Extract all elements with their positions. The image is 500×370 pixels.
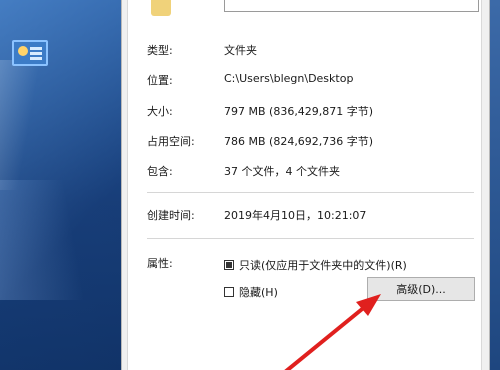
folder-name-input[interactable]: [224, 0, 479, 12]
size-value: 797 MB (836,429,871 字节): [224, 105, 374, 118]
created-value: 2019年4月10日，10:21:07: [224, 209, 367, 222]
location-label: 位置:: [147, 74, 173, 87]
hidden-checkbox[interactable]: [224, 287, 234, 297]
hidden-checkbox-row[interactable]: 隐藏(H): [224, 284, 278, 300]
advanced-button[interactable]: 高级(D)...: [367, 277, 475, 301]
readonly-checkbox[interactable]: [224, 260, 234, 270]
general-tab-panel: 类型: 文件夹 位置: C:\Users\blegn\Desktop 大小: 7…: [127, 0, 482, 370]
size-on-disk-label: 占用空间:: [147, 135, 195, 148]
separator: [147, 192, 474, 193]
hidden-label: 隐藏(H): [239, 286, 278, 299]
readonly-checkbox-row[interactable]: 只读(仅应用于文件夹中的文件)(R): [224, 257, 407, 273]
folder-properties-dialog: 类型: 文件夹 位置: C:\Users\blegn\Desktop 大小: 7…: [121, 0, 490, 370]
size-label: 大小:: [147, 105, 173, 118]
attributes-label: 属性:: [147, 257, 173, 270]
separator: [147, 238, 474, 239]
location-value: C:\Users\blegn\Desktop: [224, 72, 354, 85]
readonly-label: 只读(仅应用于文件夹中的文件)(R): [239, 259, 407, 272]
contains-value: 37 个文件，4 个文件夹: [224, 165, 340, 178]
created-label: 创建时间:: [147, 209, 195, 222]
size-on-disk-value: 786 MB (824,692,736 字节): [224, 135, 374, 148]
contains-label: 包含:: [147, 165, 173, 178]
desktop-shortcut-icon[interactable]: [12, 40, 48, 66]
folder-icon: [151, 0, 171, 16]
type-label: 类型:: [147, 44, 173, 57]
type-value: 文件夹: [224, 44, 257, 57]
